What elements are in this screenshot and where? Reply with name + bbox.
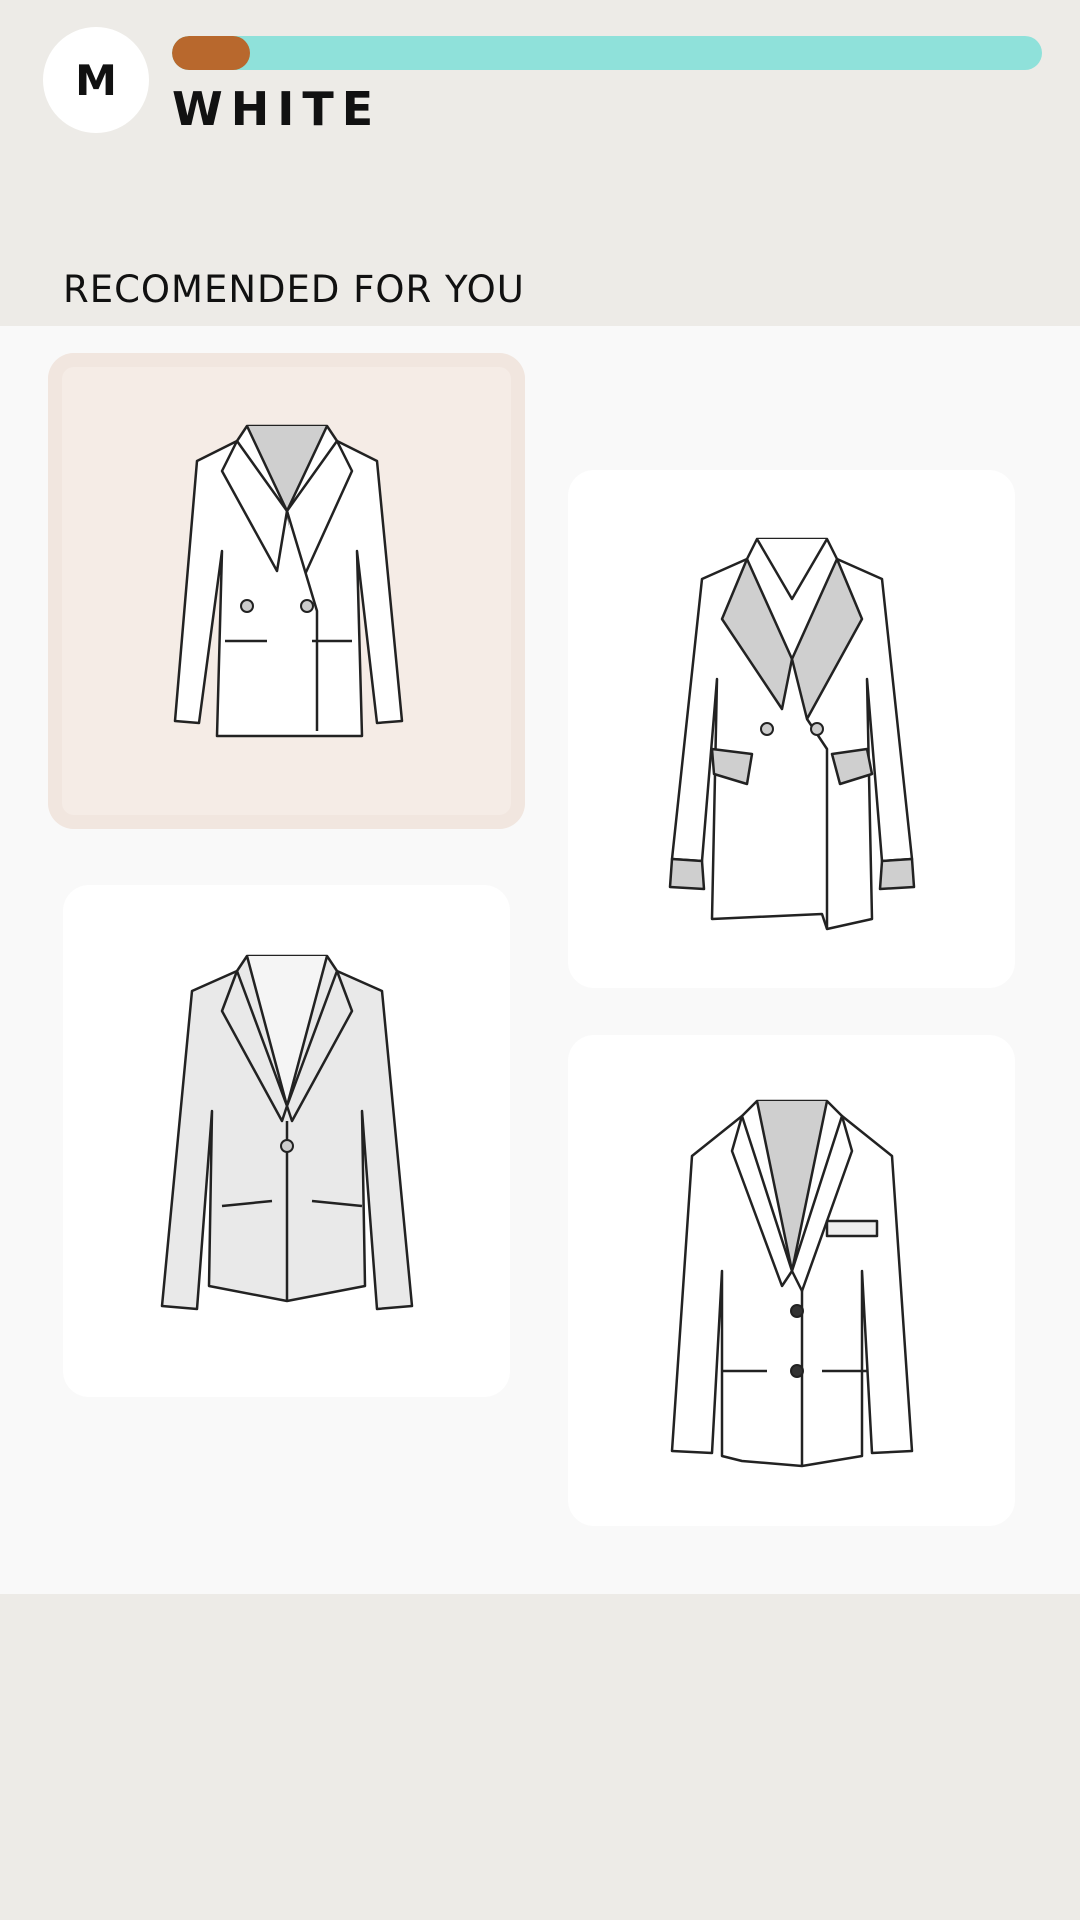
recommendation-grid (0, 326, 1080, 1594)
header: M WHITE RECOMENDED FOR YOU (0, 0, 1080, 326)
double-breasted-blazer-icon (173, 424, 403, 738)
recommendation-card-1[interactable] (48, 353, 525, 829)
double-breasted-long-coat-icon (668, 537, 915, 931)
selected-color-name: WHITE (172, 82, 382, 136)
recommendation-card-4[interactable] (568, 1035, 1015, 1526)
footer-area (0, 1594, 1080, 1920)
progress-bar (172, 36, 1042, 70)
recommendation-card-3[interactable] (63, 885, 510, 1397)
avatar[interactable]: M (43, 27, 149, 133)
recommendation-card-2[interactable] (568, 470, 1015, 988)
two-button-blazer-icon (670, 1099, 913, 1467)
progress-bar-fill (172, 36, 251, 70)
section-title: RECOMENDED FOR YOU (63, 268, 525, 311)
single-button-blazer-icon (160, 954, 413, 1311)
